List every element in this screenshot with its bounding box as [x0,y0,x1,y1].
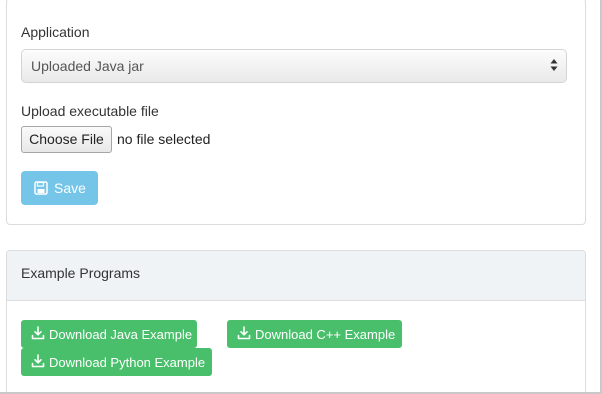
examples-header: Example Programs [7,251,585,301]
examples-title: Example Programs [21,265,141,281]
download-cpp-button[interactable]: Download C++ Example [227,320,402,348]
application-label: Application [21,24,90,40]
file-status: no file selected [117,131,211,147]
download-python-button[interactable]: Download Python Example [21,348,212,376]
page-frame: Application Uploaded Java jar Upload exe… [0,0,602,394]
application-select[interactable]: Uploaded Java jar [21,49,567,83]
select-arrows-icon [550,59,558,71]
settings-panel: Application Uploaded Java jar Upload exe… [6,0,586,225]
download-icon [31,354,45,368]
download-python-label: Download Python Example [49,355,206,370]
floppy-disk-icon [34,181,48,195]
choose-file-button[interactable]: Choose File [21,126,112,153]
download-icon [31,326,45,340]
download-java-button[interactable]: Download Java Example [21,320,197,348]
download-cpp-label: Download C++ Example [255,327,396,342]
download-icon [237,326,251,340]
upload-label: Upload executable file [21,103,159,119]
application-select-value: Uploaded Java jar [31,58,144,74]
examples-panel: Example Programs Download Java Example D… [6,250,586,392]
save-button-label: Save [54,180,86,196]
download-java-label: Download Java Example [49,327,193,342]
save-button[interactable]: Save [21,171,98,205]
